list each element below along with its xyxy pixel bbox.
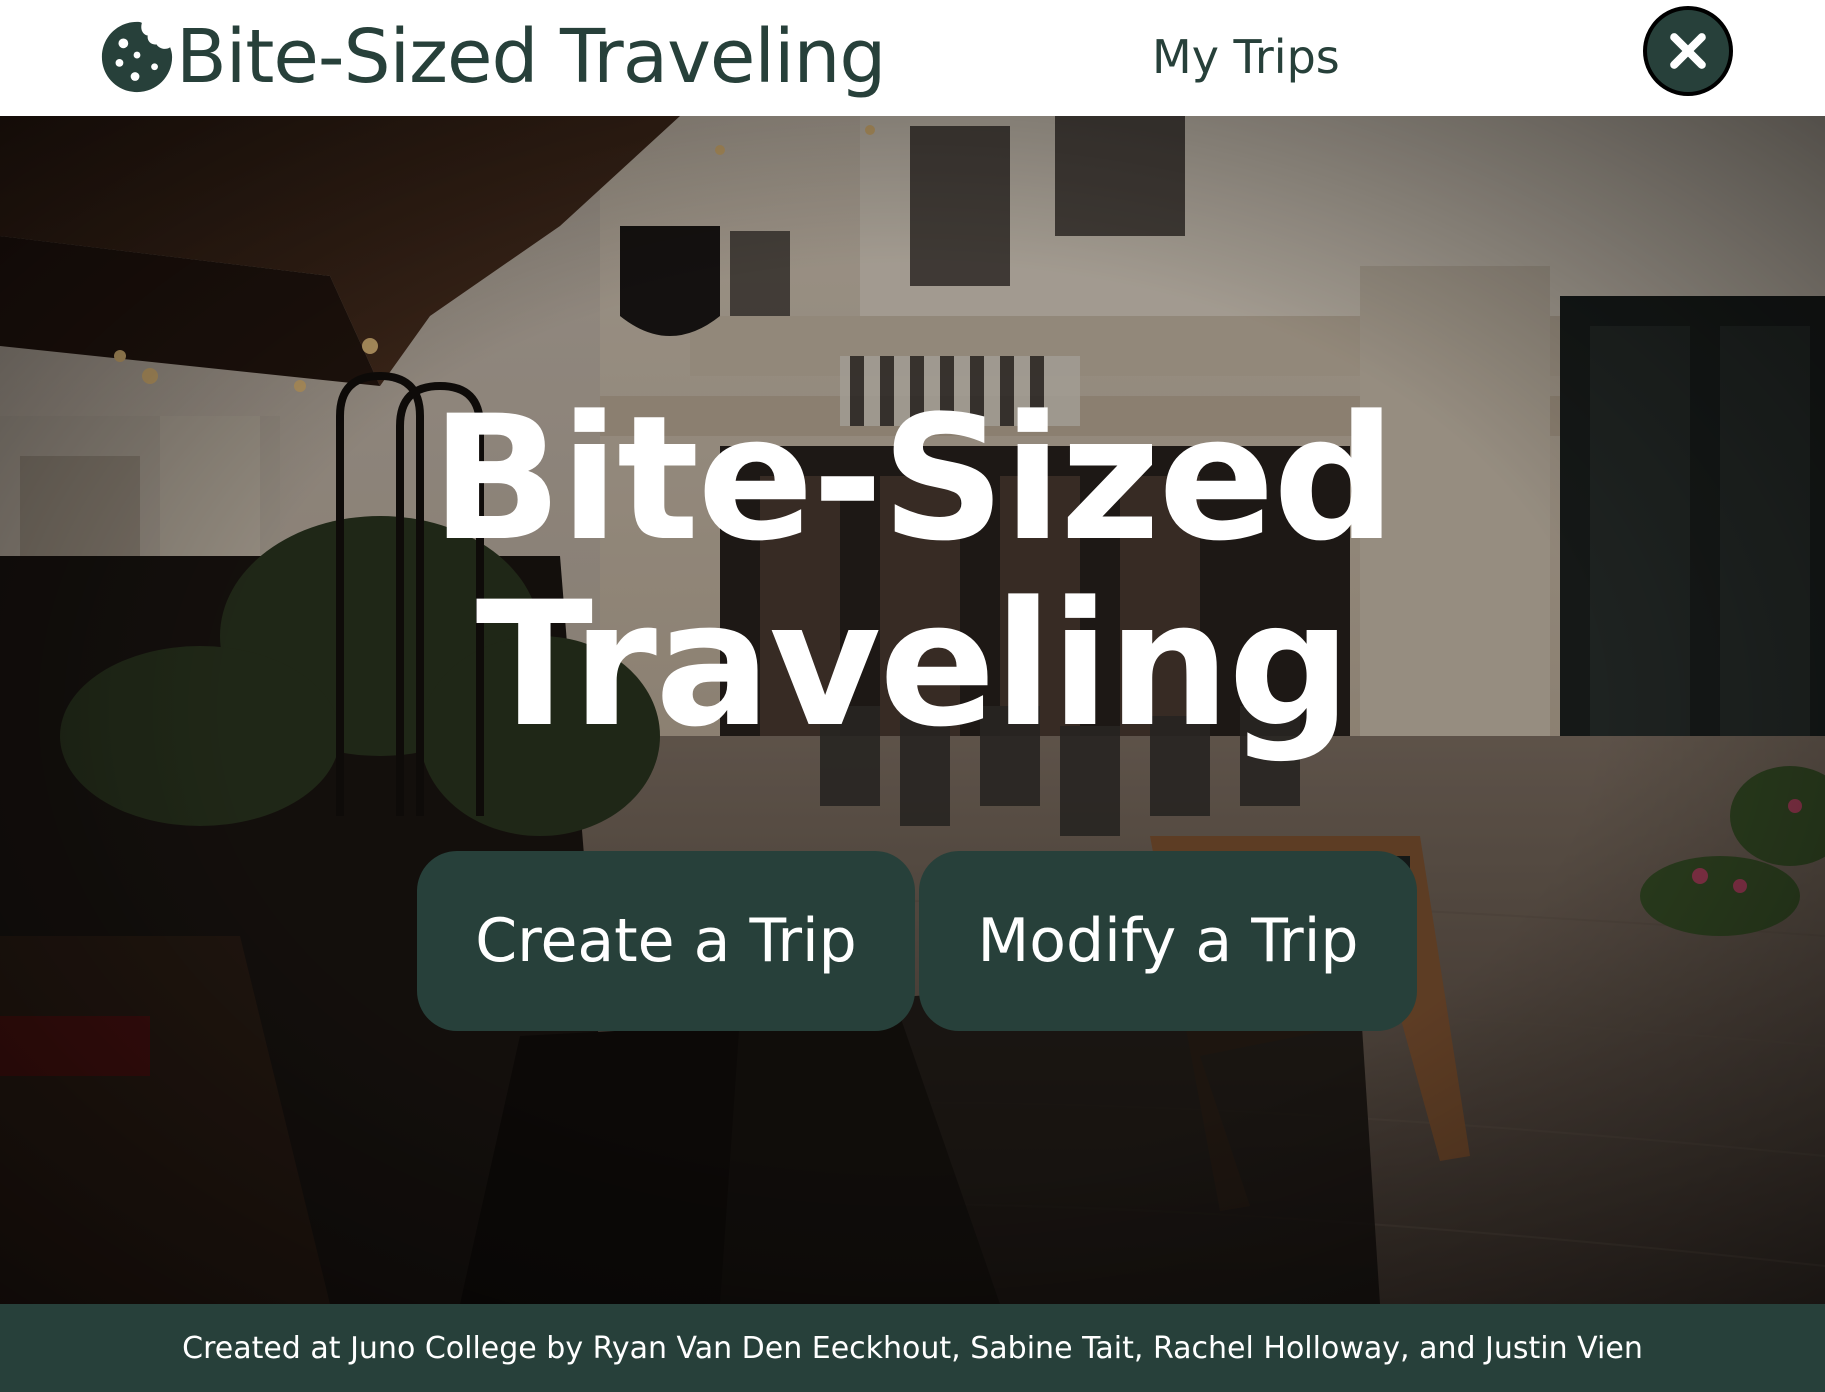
hero-actions: Create a Trip Modify a Trip bbox=[417, 851, 1417, 1031]
close-icon bbox=[1670, 33, 1706, 69]
footer-credit: Created at Juno College by Ryan Van Den … bbox=[182, 1330, 1643, 1366]
modify-trip-button[interactable]: Modify a Trip bbox=[919, 851, 1417, 1031]
site-header: Bite-Sized Traveling My Trips bbox=[0, 0, 1825, 116]
hero-section: Bite-Sized Traveling Create a Trip Modif… bbox=[0, 116, 1825, 1304]
site-logo[interactable]: Bite-Sized Traveling bbox=[98, 14, 886, 100]
site-footer: Created at Juno College by Ryan Van Den … bbox=[0, 1304, 1825, 1392]
close-button[interactable] bbox=[1643, 6, 1733, 96]
hero-title: Bite-Sized Traveling bbox=[0, 386, 1825, 758]
landing-page: Bite-Sized Traveling My Trips Bite-Sized… bbox=[0, 0, 1825, 1392]
create-trip-button[interactable]: Create a Trip bbox=[417, 851, 915, 1031]
hero-title-line-2: Traveling bbox=[475, 564, 1352, 765]
nav-my-trips-link[interactable]: My Trips bbox=[1152, 28, 1340, 86]
cookie-icon bbox=[101, 21, 173, 93]
hero-title-line-1: Bite-Sized bbox=[430, 378, 1396, 579]
logo-text: Bite-Sized Traveling bbox=[176, 14, 886, 100]
